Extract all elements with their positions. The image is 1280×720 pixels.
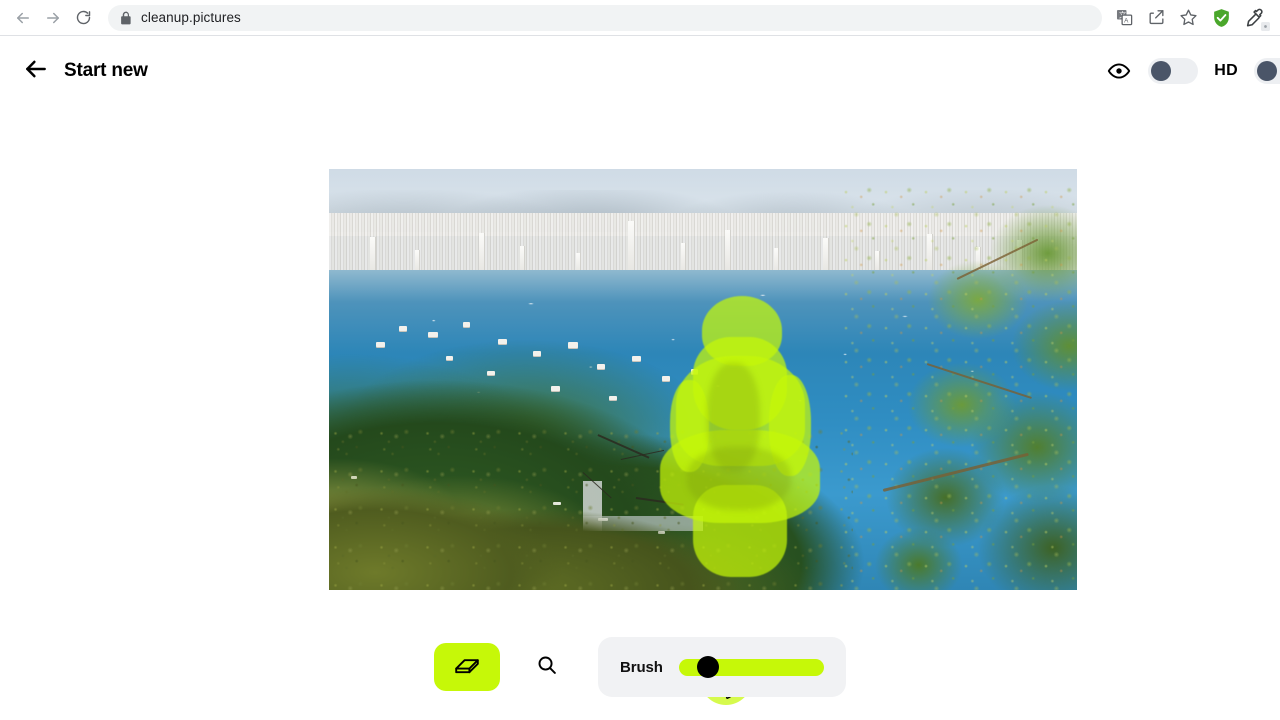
zoom-tool-button[interactable]: [528, 648, 566, 686]
share-icon[interactable]: [1140, 3, 1172, 33]
source-photo: [329, 169, 1077, 590]
reload-icon: [75, 9, 92, 26]
forward-arrow-icon: [44, 9, 62, 27]
tool-row: Brush: [434, 637, 846, 697]
app-header: Start new HD: [0, 36, 1280, 106]
bookmark-star-icon[interactable]: [1172, 3, 1204, 33]
eraser-icon: [453, 651, 481, 684]
browser-reload-button[interactable]: [68, 3, 98, 33]
app-header-right: HD: [1106, 58, 1280, 84]
brush-size-panel: Brush: [598, 637, 846, 697]
address-bar[interactable]: cleanup.pictures: [108, 4, 1102, 31]
back-arrow-icon: [23, 56, 49, 87]
hd-toggle-knob: [1257, 61, 1277, 81]
magnifier-icon: [536, 654, 558, 681]
eraser-tool-button[interactable]: [434, 643, 500, 691]
hd-label: HD: [1214, 62, 1238, 79]
back-arrow-icon: [14, 9, 32, 27]
hd-toggle[interactable]: [1254, 58, 1280, 84]
start-new-back-button[interactable]: [22, 57, 50, 85]
browser-toolbar: cleanup.pictures 文 A: [0, 0, 1280, 36]
eye-icon[interactable]: [1106, 58, 1132, 84]
brush-slider-thumb[interactable]: [696, 656, 719, 678]
photo-foreground-texture: [329, 421, 853, 590]
translate-icon[interactable]: 文 A: [1108, 3, 1140, 33]
page-title[interactable]: Start new: [64, 60, 148, 82]
preview-toggle-knob: [1151, 61, 1172, 81]
app-header-left: Start new: [22, 57, 148, 85]
browser-back-button[interactable]: [8, 3, 38, 33]
brush-label: Brush: [620, 658, 663, 676]
preview-toggle[interactable]: [1148, 58, 1199, 84]
address-bar-url: cleanup.pictures: [141, 10, 241, 25]
eyedropper-extension-icon[interactable]: [1238, 3, 1272, 33]
adguard-shield-icon[interactable]: [1204, 3, 1238, 33]
brush-size-slider[interactable]: [678, 656, 824, 678]
browser-actions: 文 A: [1108, 3, 1272, 33]
editor-toolbar: Brush: [0, 614, 1280, 720]
lock-icon: [120, 11, 132, 25]
editor-canvas-area[interactable]: [0, 106, 1280, 705]
photo-canvas[interactable]: [329, 169, 1077, 590]
photo-pine-needles: [837, 185, 1077, 590]
browser-forward-button[interactable]: [38, 3, 68, 33]
